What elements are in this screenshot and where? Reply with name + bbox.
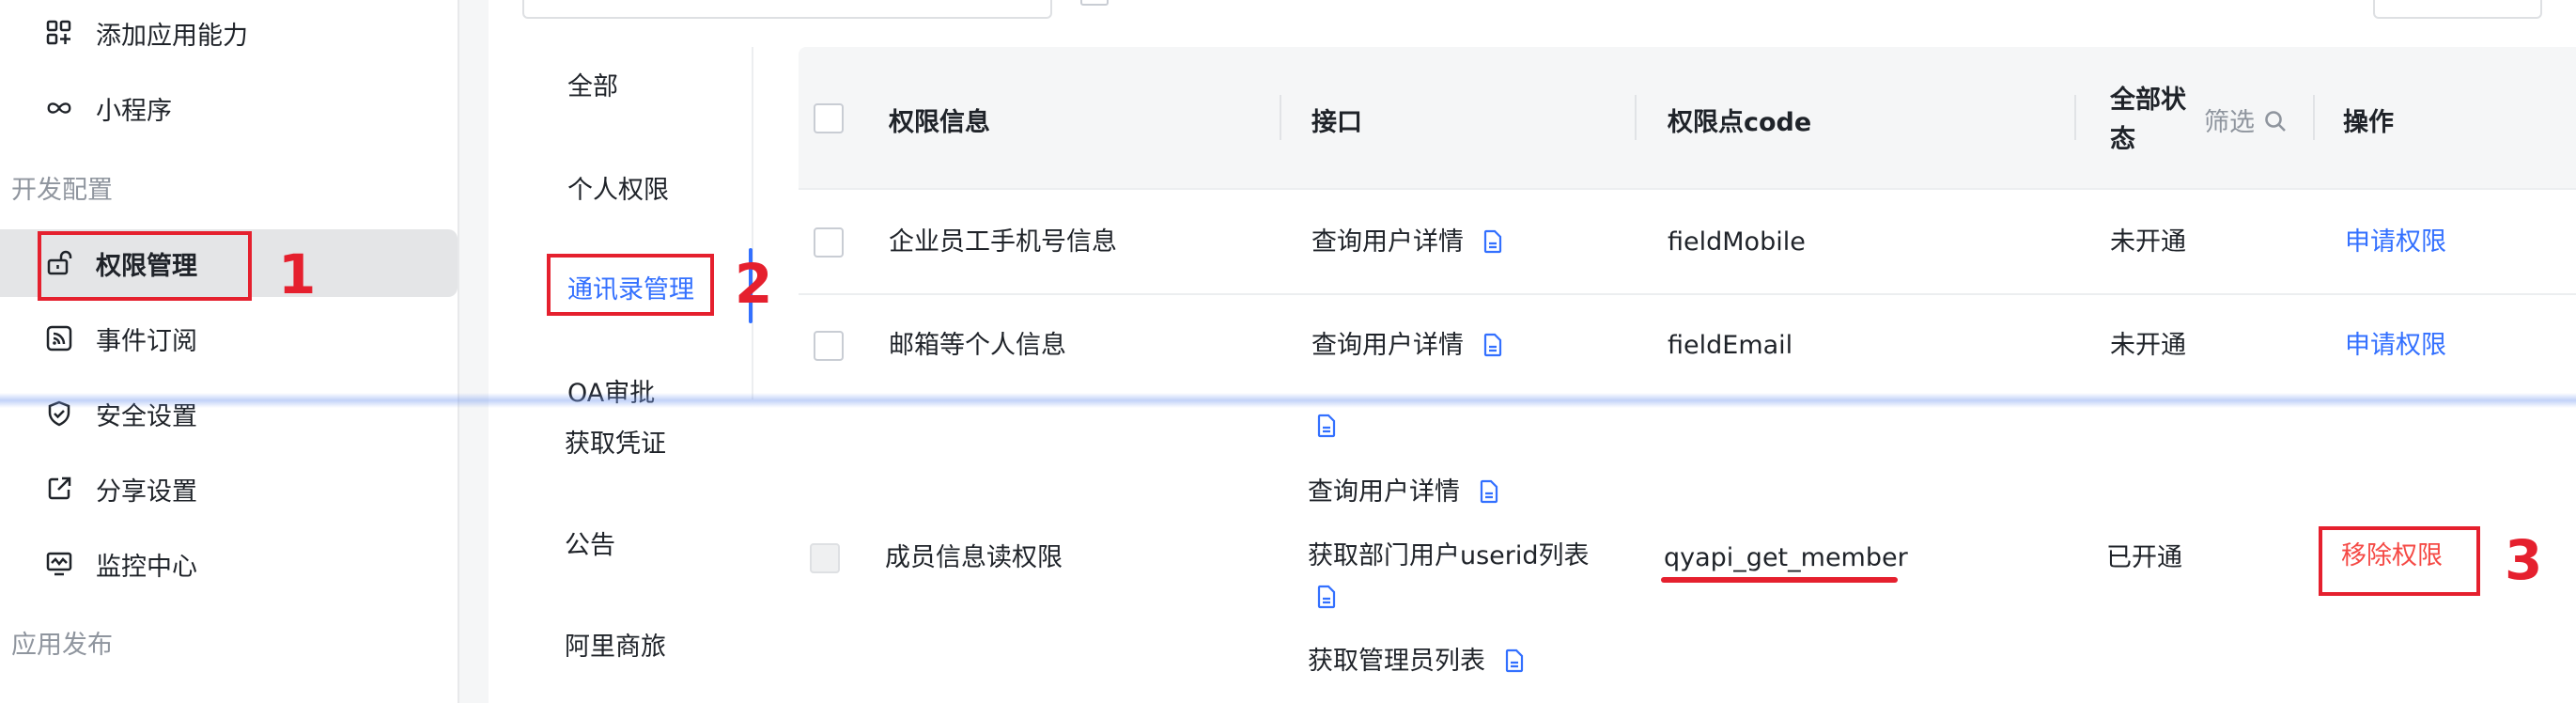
sidebar-item-miniprogram[interactable]: 小程序 [45,77,172,139]
annotation-number: 3 [2505,528,2543,592]
search-input[interactable] [522,0,1052,19]
annotation-box-permissions [38,231,252,301]
annotation-box-remove [2319,526,2480,596]
row-permission-code: qyapi_get_member [1664,543,1908,572]
link-loop-icon [45,94,73,122]
sidebar-item-label: 小程序 [96,96,172,126]
row-api: 获取部门用户userid列表 [1308,539,1590,573]
header-action: 操作 [2343,108,2394,137]
row-checkbox[interactable] [814,227,844,258]
annotation-box-contacts [547,254,714,316]
status-filter-label: 筛选 [2204,108,2255,137]
top-action-button[interactable] [2373,0,2542,19]
nav-section-dev-config: 开发配置 [11,176,113,205]
row-api: 查询用户详情 [1311,329,1502,367]
row-permission-code: fieldMobile [1668,227,1806,257]
nav-section-app-release: 应用发布 [11,631,113,660]
doc-icon[interactable] [1483,229,1502,263]
category-divider [752,47,753,399]
row-api: 查询用户详情 [1311,226,1502,263]
api-link[interactable]: 获取部门用户userid列表 [1308,541,1590,570]
sidebar-item-label: 分享设置 [96,476,197,507]
row-permission-info: 成员信息读权限 [885,543,1063,572]
sidebar-item-label: 事件订阅 [96,326,197,356]
annotation-underline-code [1661,577,1898,583]
header-api: 接口 [1311,108,1362,137]
doc-icon[interactable] [1317,414,1336,442]
row-checkbox[interactable] [814,331,844,361]
header-status-line2: 态 [2110,125,2135,154]
sidebar-item-monitor[interactable]: 监控中心 [45,533,197,595]
sidebar-item-event-subscription[interactable]: 事件订阅 [45,307,197,369]
category-personal[interactable]: 个人权限 [567,169,669,206]
row-permission-info: 企业员工手机号信息 [889,227,1117,257]
header-permission-code: 权限点code [1668,108,1812,137]
status-filter[interactable]: 筛选 [2204,102,2288,138]
sidebar-item-label: 添加应用能力 [96,21,248,51]
doc-icon[interactable] [1483,333,1502,367]
sidebar-item-security[interactable]: 安全设置 [45,383,197,445]
annotation-number: 2 [735,252,773,316]
doc-icon[interactable] [1317,585,1336,613]
column-separator [1280,95,1281,140]
row-status: 未开通 [2110,331,2186,360]
row-checkbox-disabled [810,543,840,573]
rss-icon [45,324,73,352]
column-separator [2313,95,2315,140]
category-ali-travel[interactable]: 阿里商旅 [565,626,666,663]
row-permission-info: 邮箱等个人信息 [889,331,1066,360]
doc-icon[interactable] [1480,479,1498,513]
sidebar-item-add-capability[interactable]: 添加应用能力 [45,2,248,64]
header-permission-info: 权限信息 [889,108,990,137]
select-all-checkbox[interactable] [814,103,844,133]
apply-permission-link[interactable]: 申请权限 [2345,226,2446,259]
apply-permission-link[interactable]: 申请权限 [2345,329,2446,363]
api-link[interactable]: 查询用户详情 [1311,331,1464,360]
sidebar-divider [458,0,459,703]
grid-plus-icon [45,19,73,47]
row-api: 获取管理员列表 [1308,645,1524,682]
row-api: 查询用户详情 [1308,476,1498,513]
search-icon [2263,108,2288,137]
column-separator [2074,95,2076,140]
sidebar-item-label: 监控中心 [96,552,197,582]
doc-icon[interactable] [1505,648,1524,682]
annotation-number: 1 [278,242,317,306]
category-announcement[interactable]: 公告 [565,524,615,561]
row-divider [799,293,2576,295]
header-status[interactable]: 全部状 态 [2110,81,2186,160]
row-status: 未开通 [2110,227,2186,257]
api-link[interactable]: 获取管理员列表 [1308,647,1485,676]
category-all[interactable]: 全部 [567,66,618,102]
sidebar-item-share[interactable]: 分享设置 [45,458,197,520]
monitor-icon [45,550,73,578]
row-divider [799,188,2576,190]
api-link[interactable]: 查询用户详情 [1308,477,1460,507]
share-icon [45,475,73,503]
row-status: 已开通 [2106,543,2182,572]
filter-toggle-icon[interactable] [1080,0,1109,6]
screenshot-seam [0,393,2576,408]
category-credentials[interactable]: 获取凭证 [565,423,666,460]
column-separator [1635,95,1637,140]
header-status-line1: 全部状 [2110,86,2186,115]
api-link[interactable]: 查询用户详情 [1311,227,1464,257]
row-permission-code: fieldEmail [1668,331,1793,360]
